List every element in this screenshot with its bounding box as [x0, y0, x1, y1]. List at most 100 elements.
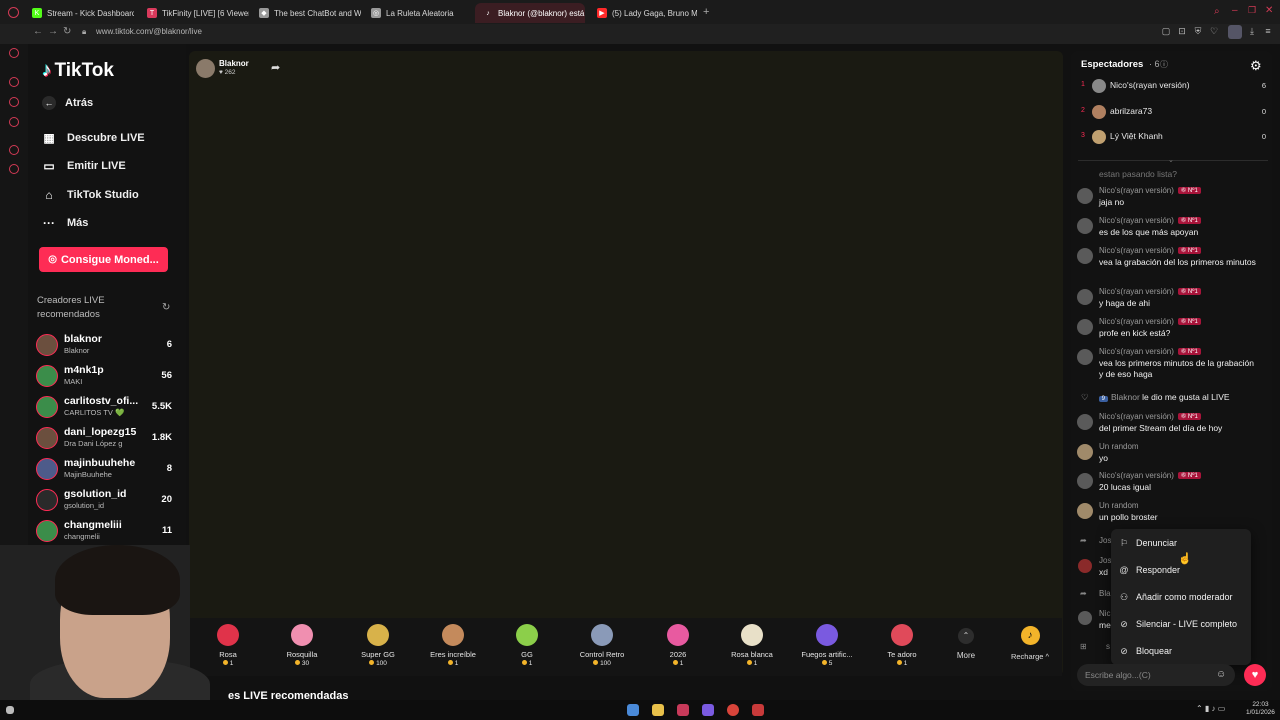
gift-item[interactable]: Rosa blanca 1	[717, 624, 787, 667]
creator-name[interactable]: changmeliii	[64, 519, 122, 531]
system-tray-icon[interactable]: ⌃ ▮ ♪ ▭	[1196, 704, 1225, 713]
info-icon[interactable]: ⓘ	[1160, 59, 1168, 70]
nav-back[interactable]: ← Atrás	[42, 96, 93, 110]
creator-name[interactable]: carlitostv_ofi...	[64, 395, 138, 407]
nav-more[interactable]: ··· Más	[40, 216, 88, 230]
get-coins-button[interactable]: ◎ Consigue Moned...	[39, 247, 168, 272]
lock-icon[interactable]: 🔒︎	[82, 27, 86, 37]
creator-item[interactable]: carlitostv_ofi... CARLITOS TV 💚 5.5K	[34, 393, 176, 421]
recharge-button[interactable]: ♪ Recharge ^	[1005, 626, 1055, 661]
shield-icon[interactable]: ⛨	[1192, 26, 1204, 38]
browser-tab[interactable]: ▶ (5) Lady Gaga, Bruno Mars	[589, 3, 697, 23]
chat-username[interactable]: Un random	[1099, 501, 1139, 510]
back-icon[interactable]: ←	[33, 26, 43, 37]
heart-like-button[interactable]: ♥	[1244, 664, 1266, 686]
gift-item[interactable]: Super GG 100	[343, 624, 413, 667]
gear-icon[interactable]: ⚙	[1250, 58, 1262, 74]
mute-menu-item[interactable]: ⊘ Silenciar - LIVE completo	[1118, 614, 1248, 634]
chat-avatar[interactable]	[1077, 248, 1093, 264]
url-field[interactable]: www.tiktok.com/@blaknor/live	[96, 27, 202, 36]
add-moderator-menu-item[interactable]: ⚇ Añadir como moderador	[1118, 587, 1248, 607]
chat-username-text[interactable]: Nico's(rayan versión)	[1099, 186, 1174, 195]
chat-avatar[interactable]	[1077, 188, 1093, 204]
creator-name[interactable]: blaknor	[64, 333, 102, 345]
taskbar-app-icon[interactable]	[627, 704, 639, 716]
chat-username-text[interactable]: Nico's(rayan versión)	[1099, 287, 1174, 296]
more-gifts-button[interactable]: ⌃ More	[952, 628, 980, 660]
chat-username-text[interactable]: Nico's(rayan versión)	[1099, 317, 1174, 326]
chat-username-text[interactable]: Nico's(rayan versión)	[1099, 412, 1174, 421]
gift-item[interactable]: Fuegos artific... 5	[792, 624, 862, 667]
profile-avatar[interactable]	[1228, 25, 1242, 39]
emoji-icon[interactable]: ☺	[1216, 669, 1226, 680]
chat-avatar[interactable]	[1077, 503, 1093, 519]
creator-name[interactable]: dani_lopezg15	[64, 426, 136, 438]
chrome-icon[interactable]	[727, 704, 739, 716]
minimize-icon[interactable]: –	[1232, 5, 1238, 16]
rail-icon[interactable]	[9, 97, 19, 107]
live-video[interactable]	[189, 51, 1063, 676]
report-menu-item[interactable]: ⚐ Denunciar	[1118, 533, 1248, 553]
viewer-item[interactable]: 1 Nico's(rayan versión) 6	[1078, 76, 1268, 98]
creator-avatar[interactable]	[36, 396, 58, 418]
chat-username-text[interactable]: Nico's(rayan versión)	[1099, 216, 1174, 225]
creator-name[interactable]: gsolution_id	[64, 488, 126, 500]
screenshot-icon[interactable]: ▢	[1160, 26, 1172, 38]
forward-icon[interactable]: →	[48, 26, 58, 37]
chat-avatar[interactable]	[1077, 349, 1093, 365]
extension-icon[interactable]: ⊡	[1176, 26, 1188, 38]
rail-icon[interactable]	[9, 145, 19, 155]
gift-item[interactable]: GG 1	[492, 624, 562, 667]
chat-avatar[interactable]	[1077, 444, 1093, 460]
streamer-name[interactable]: Blaknor	[219, 59, 249, 68]
creator-item[interactable]: m4nk1p MAKI 56	[34, 362, 176, 390]
chat-username[interactable]: Nico's(rayan versión) ⑥ Nº1	[1099, 287, 1201, 296]
creator-item[interactable]: blaknor Blaknor 6	[34, 331, 176, 359]
chat-avatar[interactable]	[1077, 218, 1093, 234]
chevron-down-icon[interactable]: ⌄	[1168, 156, 1174, 164]
creator-item[interactable]: majinbuuhehe MajinBuuhehe 8	[34, 455, 176, 483]
viewer-name[interactable]: Lý Việt Khanh	[1110, 131, 1163, 141]
taskbar-app-icon[interactable]	[702, 704, 714, 716]
reload-icon[interactable]: ↻	[63, 26, 71, 37]
creator-avatar[interactable]	[36, 427, 58, 449]
creator-avatar[interactable]	[36, 489, 58, 511]
start-icon[interactable]	[6, 706, 14, 714]
browser-tab[interactable]: ◆ The best ChatBot and Widgets	[251, 3, 361, 23]
creator-avatar[interactable]	[36, 520, 58, 542]
tiktok-logo[interactable]: ♪ TikTok	[42, 60, 114, 82]
creator-item[interactable]: dani_lopezg15 Dra Dani López g 1.8K	[34, 424, 176, 452]
chat-username-text[interactable]: Nico's(rayan versión)	[1099, 246, 1174, 255]
close-window-icon[interactable]: ✕	[1265, 5, 1273, 16]
chat-avatar[interactable]	[1077, 289, 1093, 305]
chat-username-text[interactable]: Un random	[1099, 442, 1139, 451]
chat-avatar[interactable]	[1077, 473, 1093, 489]
chat-username-text[interactable]: Nico's(rayan versión)	[1099, 471, 1174, 480]
refresh-icon[interactable]: ↻	[162, 302, 170, 313]
gift-item[interactable]: Rosquilla 30	[267, 624, 337, 667]
creator-item[interactable]: changmeliii changmelii 11	[34, 517, 176, 545]
chat-username[interactable]: Nico's(rayan versión) ⑥ Nº1	[1099, 246, 1201, 255]
like-user[interactable]: Blaknor	[1111, 392, 1140, 402]
gift-item[interactable]: Eres increíble 1	[418, 624, 488, 667]
menu-icon[interactable]: ≡	[1262, 26, 1274, 38]
viewer-avatar[interactable]	[1092, 130, 1106, 144]
viewer-avatar[interactable]	[1092, 104, 1106, 119]
nav-go-live[interactable]: ▭ Emitir LIVE	[40, 159, 125, 173]
creator-avatar[interactable]	[36, 458, 58, 480]
rail-icon[interactable]	[9, 117, 19, 127]
chat-username[interactable]: Un random	[1099, 442, 1139, 451]
chat-username[interactable]: Nico's(rayan versión) ⑥ Nº1	[1099, 471, 1201, 480]
browser-tab[interactable]: ◎ La Ruleta Aleatoria	[363, 3, 473, 23]
rail-icon[interactable]	[9, 164, 19, 174]
nav-discover-live[interactable]: ▦ Descubre LIVE	[40, 131, 144, 145]
viewer-name[interactable]: abrilzara73	[1110, 106, 1152, 116]
creator-name[interactable]: m4nk1p	[64, 364, 104, 376]
viewer-item[interactable]: 3 Lý Việt Khanh 0	[1078, 127, 1268, 149]
taskbar-app-icon[interactable]	[677, 704, 689, 716]
viewer-item[interactable]: 2 abrilzara73 0	[1078, 102, 1268, 124]
viewer-name[interactable]: Nico's(rayan versión)	[1110, 80, 1190, 90]
search-icon[interactable]: ⌕	[1214, 6, 1220, 17]
gift-item[interactable]: Rosa 1	[193, 624, 263, 667]
download-icon[interactable]: ⤓	[1246, 26, 1258, 38]
